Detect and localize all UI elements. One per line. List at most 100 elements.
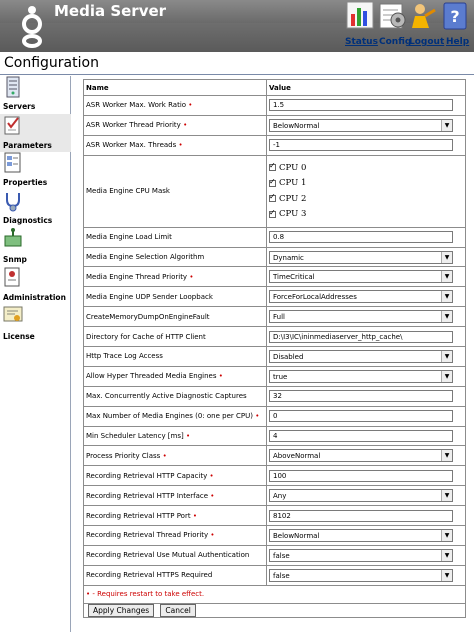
top-banner: Media Server ? Status Config Logout Help bbox=[0, 0, 474, 52]
cpu-mask-option: CPU 1 bbox=[269, 176, 463, 192]
sidebar-item-diagnostics[interactable]: Diagnostics bbox=[0, 190, 71, 228]
cpu-mask-option: CPU 2 bbox=[269, 191, 463, 207]
parameter-name-cell: CreateMemoryDumpOnEngineFault bbox=[83, 306, 267, 328]
parameter-value-input[interactable]: -1 bbox=[269, 139, 453, 152]
nav-help-link[interactable]: Help bbox=[446, 37, 469, 47]
sidebar-item-license[interactable]: License bbox=[0, 304, 71, 342]
parameter-value-input[interactable]: 32 bbox=[269, 390, 453, 403]
parameter-value-cell: 8102 bbox=[266, 505, 466, 527]
select-value: TimeCritical bbox=[273, 273, 315, 282]
parameter-name-cell: ASR Worker Max. Threads • bbox=[83, 134, 267, 156]
select-value: ForceForLocalAddresses bbox=[273, 293, 357, 302]
chevron-down-icon[interactable]: ▼ bbox=[441, 450, 452, 462]
config-icon[interactable] bbox=[378, 0, 408, 32]
parameter-value-input[interactable]: 4 bbox=[269, 430, 453, 443]
help-icon[interactable]: ? bbox=[440, 0, 470, 32]
chevron-down-icon[interactable]: ▼ bbox=[441, 569, 452, 581]
parameter-value-input[interactable]: 0 bbox=[269, 410, 453, 423]
parameter-name-cell: Media Engine Load Limit bbox=[83, 226, 267, 248]
parameter-value-input[interactable]: D:\I3\IC\ininmediaserver_http_cache\ bbox=[269, 330, 453, 343]
parameter-value-input[interactable]: 0.8 bbox=[269, 231, 453, 244]
parameter-value-select[interactable]: false ▼ bbox=[269, 568, 453, 582]
sidebar-item-administration[interactable]: Administration bbox=[0, 266, 71, 304]
select-value: Dynamic bbox=[273, 253, 304, 262]
parameter-name: Recording Retrieval Thread Priority bbox=[86, 531, 209, 540]
chevron-down-icon[interactable]: ▼ bbox=[441, 490, 452, 502]
parameter-value-select[interactable]: Disabled ▼ bbox=[269, 349, 453, 363]
logout-icon[interactable] bbox=[407, 0, 437, 32]
restart-required-marker: • bbox=[188, 101, 193, 110]
restart-note-text: • - Requires restart to take effect. bbox=[86, 590, 205, 599]
parameter-name-cell: Directory for Cache of HTTP Client bbox=[83, 326, 267, 348]
parameter-value-select[interactable]: false ▼ bbox=[269, 548, 453, 562]
cpu-checkbox[interactable] bbox=[269, 208, 276, 218]
parameter-value-cell: BelowNormal ▼ bbox=[266, 114, 466, 136]
sidebar-item-parameters-label: Parameters bbox=[3, 141, 52, 150]
sidebar-item-parameters[interactable]: Parameters bbox=[0, 114, 71, 152]
nav-config-link[interactable]: Config bbox=[379, 37, 411, 47]
parameter-value-cell: Any ▼ bbox=[266, 485, 466, 507]
chevron-down-icon[interactable]: ▼ bbox=[441, 370, 452, 382]
parameter-name-cell: Min Scheduler Latency [ms] • bbox=[83, 425, 267, 447]
cpu-checkbox[interactable] bbox=[269, 177, 276, 187]
chevron-down-icon[interactable]: ▼ bbox=[441, 271, 452, 283]
parameter-value-select[interactable]: Dynamic ▼ bbox=[269, 250, 453, 264]
table-row: Http Trace Log Access Disabled ▼ bbox=[83, 346, 466, 367]
sidebar-item-servers[interactable]: Servers bbox=[0, 76, 71, 114]
chevron-down-icon[interactable]: ▼ bbox=[441, 549, 452, 561]
table-row: Recording Retrieval HTTP Interface • Any ▼ bbox=[83, 485, 466, 507]
chevron-down-icon[interactable]: ▼ bbox=[441, 251, 452, 263]
chevron-down-icon[interactable]: ▼ bbox=[441, 529, 452, 541]
sidebar-item-snmp[interactable]: Snmp bbox=[0, 228, 71, 266]
parameter-name: Recording Retrieval HTTP Port bbox=[86, 511, 191, 520]
administration-icon bbox=[4, 267, 20, 287]
parameter-value-select[interactable]: true ▼ bbox=[269, 369, 453, 383]
parameter-value-input[interactable]: 1.5 bbox=[269, 99, 453, 112]
parameter-value-select[interactable]: BelowNormal ▼ bbox=[269, 528, 453, 542]
table-row: Media Engine UDP Sender Loopback ForceFor… bbox=[83, 286, 466, 308]
status-icon[interactable] bbox=[345, 0, 375, 32]
parameter-value-select[interactable]: Full ▼ bbox=[269, 310, 453, 324]
table-row: ASR Worker Thread Priority • BelowNormal ▼ bbox=[83, 114, 466, 136]
parameters-icon bbox=[4, 116, 20, 135]
apply-changes-button[interactable]: Apply Changes bbox=[88, 603, 155, 617]
nav-logout-link[interactable]: Logout bbox=[409, 37, 444, 47]
parameter-name-cell: Media Engine Selection Algorithm bbox=[83, 246, 267, 268]
parameter-value-select[interactable]: BelowNormal ▼ bbox=[269, 118, 453, 132]
parameter-name: Directory for Cache of HTTP Client bbox=[86, 332, 206, 341]
parameter-value-select[interactable]: AboveNormal ▼ bbox=[269, 449, 453, 463]
parameter-value-input[interactable]: 100 bbox=[269, 469, 453, 482]
table-row: Recording Retrieval HTTP Capacity • 100 bbox=[83, 465, 466, 487]
table-row: Recording Retrieval HTTP Port • 8102 bbox=[83, 505, 466, 527]
parameter-value-select[interactable]: ForceForLocalAddresses ▼ bbox=[269, 290, 453, 304]
table-row: Media Engine Load Limit 0.8 bbox=[83, 226, 466, 248]
parameter-name: Allow Hyper Threaded Media Engines bbox=[86, 372, 217, 381]
table-row: Recording Retrieval HTTPS Required false ▼ bbox=[83, 564, 466, 586]
restart-required-marker: • bbox=[162, 451, 167, 460]
parameter-value-cell: BelowNormal ▼ bbox=[266, 525, 466, 546]
chevron-down-icon[interactable]: ▼ bbox=[441, 350, 452, 362]
chevron-down-icon[interactable]: ▼ bbox=[441, 119, 452, 131]
genesys-logo-icon bbox=[22, 6, 42, 48]
parameter-value-cell: 0 bbox=[266, 405, 466, 427]
chevron-down-icon[interactable]: ▼ bbox=[441, 311, 452, 323]
sidebar-item-properties[interactable]: Properties bbox=[0, 152, 71, 190]
parameter-value-select[interactable]: TimeCritical ▼ bbox=[269, 270, 453, 284]
parameter-name-cell: Http Trace Log Access bbox=[83, 346, 267, 367]
parameter-name: Recording Retrieval HTTP Capacity bbox=[86, 471, 208, 480]
svg-text:?: ? bbox=[450, 7, 459, 26]
parameter-value-input[interactable]: 8102 bbox=[269, 509, 453, 522]
select-value: true bbox=[273, 372, 288, 381]
parameter-name: Max. Concurrently Active Diagnostic Capt… bbox=[86, 392, 247, 401]
restart-required-marker: • bbox=[189, 272, 194, 281]
nav-status-link[interactable]: Status bbox=[345, 37, 378, 47]
sidebar-item-servers-label: Servers bbox=[3, 102, 36, 111]
parameter-name-cell: ASR Worker Thread Priority • bbox=[83, 114, 267, 136]
parameter-value-select[interactable]: Any ▼ bbox=[269, 489, 453, 503]
parameter-name: Recording Retrieval Use Mutual Authentic… bbox=[86, 551, 250, 560]
chevron-down-icon[interactable]: ▼ bbox=[441, 291, 452, 303]
cpu-checkbox[interactable] bbox=[269, 192, 276, 203]
cpu-checkbox[interactable] bbox=[269, 161, 276, 172]
parameter-name: ASR Worker Thread Priority bbox=[86, 121, 181, 130]
cancel-button[interactable]: Cancel bbox=[160, 603, 196, 617]
